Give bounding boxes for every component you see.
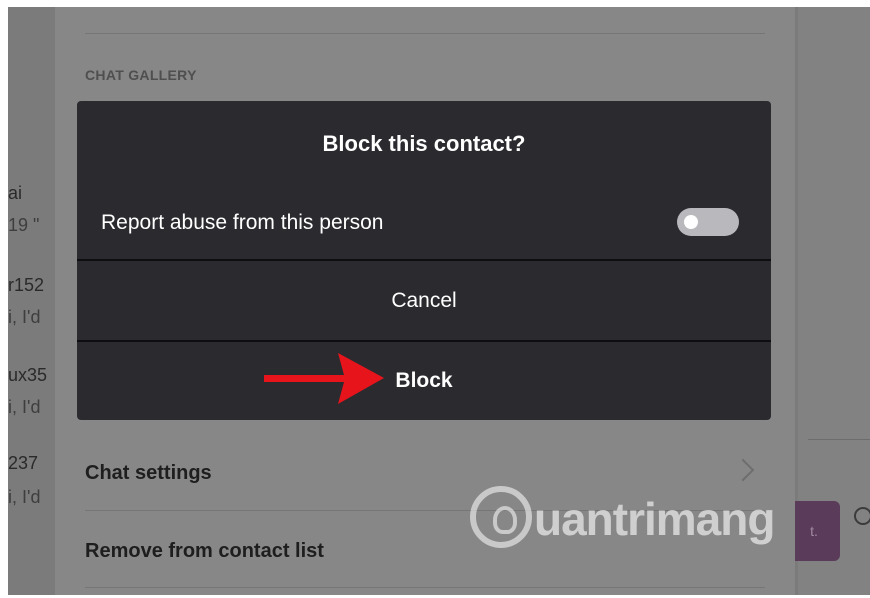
remove-from-contact-list-item[interactable]: Remove from contact list [85,540,324,563]
contact-name[interactable]: ux35 [8,365,47,386]
contact-name[interactable]: ai [8,183,22,204]
lightbulb-icon [470,486,532,548]
report-abuse-toggle[interactable] [677,208,739,236]
dialog-title: Block this contact? [322,131,526,156]
toggle-knob [684,215,698,229]
chevron-right-icon [731,458,755,482]
section-header-chat-gallery: CHAT GALLERY [85,67,197,83]
block-contact-dialog: Block this contact? Report abuse from th… [77,101,771,420]
contact-name[interactable]: r152 [8,275,44,296]
divider [85,33,765,34]
contact-preview: i, I'd [8,487,41,507]
watermark-text: uantrimang [534,493,775,545]
chat-settings-item[interactable]: Chat settings [85,462,212,485]
contact-preview: 19 " [8,215,40,235]
contact-name[interactable]: 237 [8,453,38,474]
contact-preview: i, I'd [8,397,41,417]
block-button[interactable]: Block [77,342,771,420]
contact-list: ai 19 " r152 i, I'd ux35 i, I'd 237 i, I… [8,7,56,595]
divider [808,439,870,440]
report-abuse-label: Report abuse from this person [101,211,384,234]
send-button[interactable]: t. [788,501,840,561]
contact-preview: i, I'd [8,307,41,327]
emoji-icon[interactable] [854,507,870,525]
cancel-button[interactable]: Cancel [77,261,771,341]
divider [85,587,765,588]
